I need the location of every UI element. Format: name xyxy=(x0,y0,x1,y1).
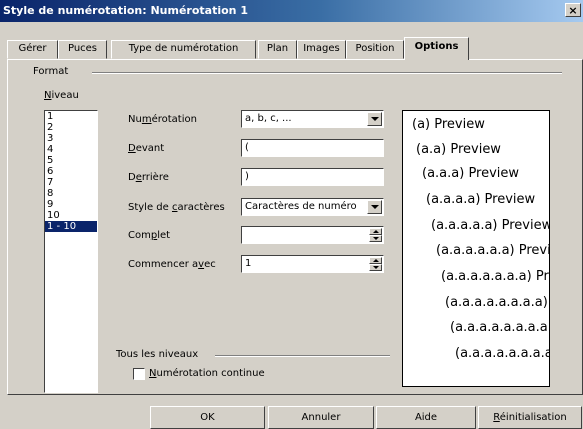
style-caracteres-label: Style de caractères xyxy=(128,202,225,213)
style-caracteres-select[interactable]: Caractères de numéro xyxy=(241,198,384,216)
tab-position[interactable]: Position xyxy=(346,40,404,59)
level-item-7[interactable]: 7 xyxy=(45,177,97,188)
numerotation-select[interactable]: a, b, c, ... xyxy=(241,110,384,128)
tous-les-niveaux-label: Tous les niveaux xyxy=(116,349,199,360)
level-list[interactable]: 1 2 3 4 5 6 7 8 9 10 1 - 10 xyxy=(44,110,98,393)
niveau-label: Niveau xyxy=(44,90,79,101)
format-group-label: Format xyxy=(31,66,71,77)
window-title: Style de numérotation: Numérotation 1 xyxy=(3,4,248,17)
numerotation-continue-checkbox[interactable] xyxy=(133,368,145,380)
complet-stepper[interactable] xyxy=(241,226,384,244)
numerotation-label: Numérotation xyxy=(128,114,197,125)
level-item-8[interactable]: 8 xyxy=(45,188,97,199)
tab-options[interactable]: Options xyxy=(404,37,469,60)
style-caracteres-value: Caractères de numéro xyxy=(245,201,357,212)
reset-button[interactable]: Réinitialisation xyxy=(478,406,582,429)
preview-line-9: (a.a.a.a.a.a.a.a.a) Preview xyxy=(450,320,549,335)
commencer-avec-stepper[interactable]: 1 xyxy=(241,255,384,273)
help-button[interactable]: Aide xyxy=(376,406,476,429)
preview-line-4: (a.a.a.a) Preview xyxy=(426,192,536,207)
format-separator xyxy=(92,72,562,74)
spin-down-icon[interactable] xyxy=(369,264,382,271)
tab-plan[interactable]: Plan xyxy=(258,40,297,59)
spin-up-icon[interactable] xyxy=(369,257,382,264)
chevron-down-icon[interactable] xyxy=(367,200,382,214)
numerotation-value: a, b, c, ... xyxy=(245,113,292,124)
complet-label: Complet xyxy=(128,230,171,241)
level-item-3[interactable]: 3 xyxy=(45,133,97,144)
tab-type-de-numerotation[interactable]: Type de numérotation xyxy=(111,40,256,59)
derriere-label: Derrière xyxy=(128,172,169,183)
chevron-down-icon[interactable] xyxy=(367,112,382,126)
level-item-all[interactable]: 1 - 10 xyxy=(45,221,97,232)
commencer-spin-buttons[interactable] xyxy=(369,257,382,271)
numerotation-continue-label[interactable]: Numérotation continue xyxy=(149,368,265,379)
level-item-2[interactable]: 2 xyxy=(45,122,97,133)
complet-spin-buttons[interactable] xyxy=(369,228,382,242)
commencer-avec-value: 1 xyxy=(245,258,252,269)
cancel-button[interactable]: Annuler xyxy=(268,406,374,429)
ok-button[interactable]: OK xyxy=(150,406,265,429)
preview-line-1: (a) Preview xyxy=(412,117,485,132)
level-item-10[interactable]: 10 xyxy=(45,210,97,221)
level-item-6[interactable]: 6 xyxy=(45,166,97,177)
commencer-avec-label: Commencer avec xyxy=(128,259,216,270)
preview-line-3: (a.a.a) Preview xyxy=(422,166,520,181)
devant-input[interactable]: ( xyxy=(241,139,384,157)
spin-up-icon[interactable] xyxy=(369,228,382,235)
preview-line-5: (a.a.a.a.a) Preview xyxy=(431,218,550,233)
numbering-preview: (a) Preview (a.a) Preview (a.a.a) Previe… xyxy=(402,110,550,387)
level-item-5[interactable]: 5 xyxy=(45,155,97,166)
tab-gerer[interactable]: Gérer xyxy=(7,40,58,59)
preview-line-7: (a.a.a.a.a.a.a) Preview xyxy=(441,269,549,284)
level-item-9[interactable]: 9 xyxy=(45,199,97,210)
preview-line-6: (a.a.a.a.a.a) Preview xyxy=(436,243,550,258)
devant-label: Devant xyxy=(128,143,165,154)
preview-line-8: (a.a.a.a.a.a.a.a) Preview xyxy=(445,295,549,310)
preview-line-2: (a.a) Preview xyxy=(416,142,501,157)
preview-line-10: (a.a.a.a.a.a.a.a.a.a) Preview xyxy=(455,346,549,361)
tab-images[interactable]: Images xyxy=(297,40,346,59)
spin-down-icon[interactable] xyxy=(369,235,382,242)
level-item-1[interactable]: 1 xyxy=(45,111,97,122)
title-bar: Style de numérotation: Numérotation 1 × xyxy=(0,0,583,22)
derriere-input[interactable]: ) xyxy=(241,168,384,186)
level-item-4[interactable]: 4 xyxy=(45,144,97,155)
tab-puces[interactable]: Puces xyxy=(58,40,107,59)
close-icon[interactable]: × xyxy=(565,3,581,17)
tous-les-niveaux-separator xyxy=(215,355,390,357)
